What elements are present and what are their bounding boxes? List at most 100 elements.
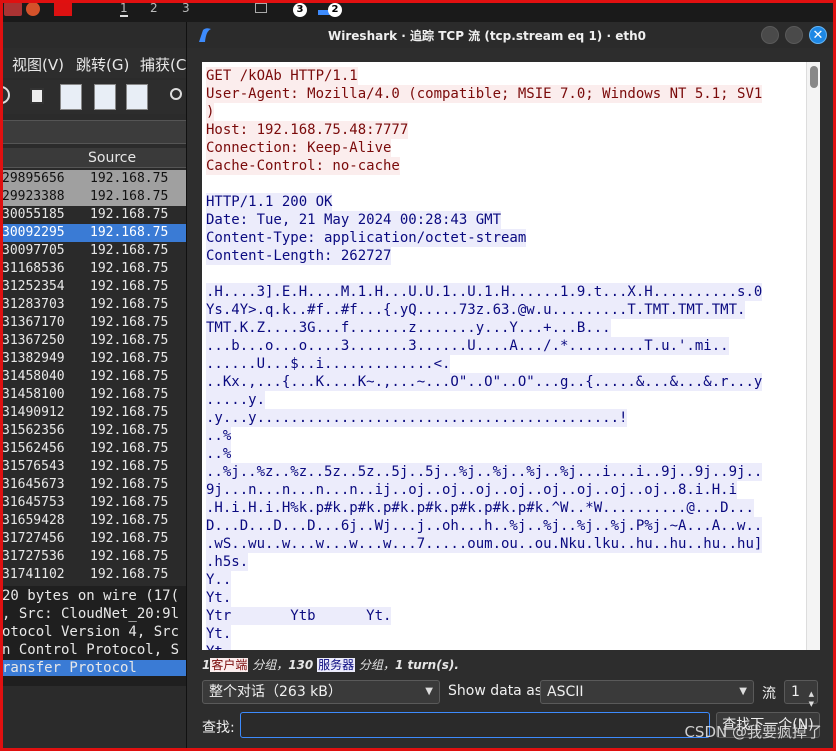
window-icon[interactable] [255,3,267,13]
packet-row[interactable]: 31727536 192.168.75 [0,548,186,566]
detail-frame[interactable]: 20 bytes on wire (17( [2,588,179,604]
display-filter-bar[interactable] [0,120,190,144]
packet-time: 31458100 [2,387,65,402]
packet-row[interactable]: 30097705 192.168.75 [0,242,186,260]
packet-details[interactable]: 20 bytes on wire (17( , Src: CloudNet_20… [0,586,186,686]
packet-row[interactable]: 31283703 192.168.75 [0,296,186,314]
stream-number-spinner[interactable]: 1 ▲ ▼ [784,680,818,708]
server-data-line: Content-Length: 262727 [206,247,392,265]
server-data-line: HTTP/1.1 200 OK [206,193,333,211]
server-data-line: ..% [206,445,232,463]
server-data-line: ......U...$..i.............<. [206,355,451,373]
packet-row[interactable]: 31168536 192.168.75 [0,260,186,278]
packet-time: 31367170 [2,315,65,330]
server-data-line: ...b...o...o....3.......3......U....A...… [206,337,729,355]
packet-source: 192.168.75 [90,297,169,312]
packet-time: 31727536 [2,549,65,564]
packet-row[interactable]: 31382949 192.168.75 [0,350,186,368]
packet-row[interactable]: 31367170 192.168.75 [0,314,186,332]
stream-controls: 整个对话（263 kB） ▼ Show data as ASCII ▼ 流 1 … [202,680,822,708]
turn-count: 1 turn(s). [394,658,459,672]
packet-time: 30055185 [2,207,65,222]
app-icon[interactable] [4,2,22,16]
packet-time: 31645753 [2,495,65,510]
reload-icon[interactable] [126,84,148,110]
client-data-line: Connection: Keep-Alive [206,139,392,157]
packet-row[interactable]: 31490912 192.168.75 [0,404,186,422]
server-data-line: Yt. [206,625,232,643]
packet-row[interactable]: 31562356 192.168.75 [0,422,186,440]
menu-go[interactable]: 跳转(G) [76,54,129,75]
packet-row[interactable]: 29923388 192.168.75 [0,188,186,206]
stream-content[interactable]: GET /kOAb HTTP/1.1 User-Agent: Mozilla/4.… [202,62,820,650]
packet-row[interactable]: 29895656 192.168.75 [0,170,186,188]
packet-source: 192.168.75 [90,405,169,420]
close-button[interactable]: ✕ [809,26,827,44]
packets-word: 分组， [355,658,395,672]
menubar: 视图(V) 跳转(G) 捕获(C [0,48,190,78]
server-data-line: Y.. [206,571,232,589]
packet-source: 192.168.75 [90,315,169,330]
conversation-select[interactable]: 整个对话（263 kB） ▼ [202,680,440,704]
packet-time: 31458040 [2,369,65,384]
client-data-line: Host: 192.168.75.48:7777 [206,121,409,139]
detail-ethernet[interactable]: , Src: CloudNet_20:9l [2,606,179,622]
detail-http[interactable]: ransfer Protocol [0,660,186,676]
packet-row[interactable]: 31645673 192.168.75 [0,476,186,494]
dialog-title: Wireshark · 追踪 TCP 流 (tcp.stream eq 1) ·… [328,29,646,43]
detail-ip[interactable]: otocol Version 4, Src [2,624,179,640]
client-data-line: ) [206,103,215,121]
close-capture-icon[interactable] [94,84,116,110]
browser-icon[interactable] [26,2,40,16]
server-data-line: .....y. [206,391,266,409]
minimize-button[interactable] [761,26,779,44]
packet-row[interactable]: 31659428 192.168.75 [0,512,186,530]
packet-source: 192.168.75 [90,243,169,258]
find-input[interactable] [240,712,710,738]
menu-view[interactable]: 视图(V) [12,54,64,75]
packet-row[interactable]: 31562456 192.168.75 [0,440,186,458]
data-format-value: ASCII [547,684,584,700]
stream-summary: 1客户端 分组，130 服务器 分组，1 turn(s). [202,656,802,672]
packet-row[interactable]: 31645753 192.168.75 [0,494,186,512]
server-data-line: TMT.K.Z....3G...f.......z.......y...Y...… [206,319,611,337]
packet-time: 31562456 [2,441,65,456]
server-data-line: D...D...D...D...6j..Wj...j..oh...h..%j..… [206,517,763,535]
packets-word: 分组， [248,658,289,672]
column-source[interactable]: Source [88,150,136,166]
app-icon[interactable] [54,2,72,16]
chevron-down-icon: ▼ [425,686,433,697]
server-data-line: .wS..wu..w...w...w...w...7.....oum.ou..o… [206,535,763,553]
packet-time: 31645673 [2,477,65,492]
packet-row[interactable]: 31727456 192.168.75 [0,530,186,548]
packet-source: 192.168.75 [90,477,169,492]
conversation-select-value: 整个对话（263 kB） [209,684,342,700]
data-format-select[interactable]: ASCII ▼ [540,680,754,704]
packet-time: 30097705 [2,243,65,258]
detail-tcp[interactable]: n Control Protocol, S [2,642,179,658]
workspace-1[interactable]: 1 [120,1,128,17]
save-file-icon[interactable] [60,84,82,110]
packet-row[interactable]: 30092295 192.168.75 [0,224,186,242]
packet-row[interactable]: 31252354 192.168.75 [0,278,186,296]
packet-source: 192.168.75 [90,369,169,384]
packet-list[interactable]: Source 29895656 192.168.75 29923388 192.168… [0,148,186,580]
packet-row[interactable]: 31576543 192.168.75 [0,458,186,476]
workspace-3[interactable]: 3 [182,1,190,15]
search-icon[interactable] [170,88,182,100]
packet-row[interactable]: 31458040 192.168.75 [0,368,186,386]
packet-row[interactable]: 31741102 192.168.75 [0,566,186,580]
vertical-scrollbar[interactable] [806,62,820,650]
stop-capture-icon[interactable] [0,86,10,104]
close-file-icon[interactable] [30,88,44,104]
maximize-button[interactable] [785,26,803,44]
packet-source: 192.168.75 [90,459,169,474]
packet-row[interactable]: 30055185 192.168.75 [0,206,186,224]
workspace-2[interactable]: 2 [150,1,158,15]
stream-label: 流 [762,686,776,702]
scrollbar-thumb[interactable] [810,66,818,88]
menu-capture[interactable]: 捕获(C [140,54,186,75]
packet-time: 31727456 [2,531,65,546]
packet-row[interactable]: 31458100 192.168.75 [0,386,186,404]
packet-row[interactable]: 31367250 192.168.75 [0,332,186,350]
